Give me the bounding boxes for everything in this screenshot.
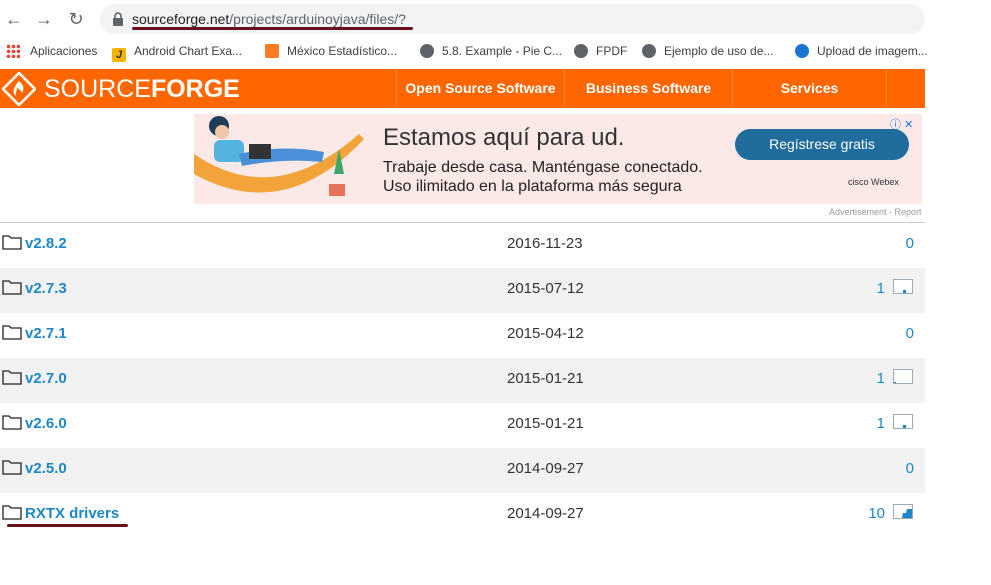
j-favicon-icon: J bbox=[112, 48, 126, 62]
table-row: v2.7.0 2015-01-21 1 bbox=[0, 358, 925, 403]
download-sparkline-icon[interactable] bbox=[893, 504, 913, 519]
bookmark-label: Ejemplo de uso de... bbox=[664, 44, 774, 58]
file-date: 2015-07-12 bbox=[507, 280, 584, 297]
bookmark-apps[interactable]: Aplicaciones bbox=[6, 42, 97, 60]
url-annotation-underline bbox=[132, 27, 413, 30]
upload-favicon-icon bbox=[795, 44, 809, 58]
globe-icon bbox=[642, 44, 656, 58]
folder-icon bbox=[2, 325, 22, 340]
folder-link[interactable]: v2.8.2 bbox=[25, 235, 67, 252]
ad-headline: Estamos aquí para ud. bbox=[383, 124, 625, 151]
sourceforge-logo-icon[interactable] bbox=[2, 72, 36, 106]
file-date: 2015-01-21 bbox=[507, 370, 584, 387]
url-path: /projects/arduinoyjava/files/? bbox=[229, 11, 406, 27]
bookmark-label: 5.8. Example - Pie C... bbox=[442, 44, 563, 58]
bookmark-fpdf[interactable]: FPDF bbox=[574, 42, 627, 60]
nav-open-source-software[interactable]: Open Source Software bbox=[396, 69, 564, 108]
folder-link[interactable]: v2.5.0 bbox=[25, 460, 67, 477]
url-text[interactable]: sourceforge.net/projects/arduinoyjava/fi… bbox=[132, 11, 406, 27]
folder-link[interactable]: v2.7.3 bbox=[25, 280, 67, 297]
apps-grid-icon bbox=[6, 44, 20, 58]
ad-line-1: Trabaje desde casa. Manténgase conectado… bbox=[383, 159, 703, 176]
rxtx-annotation-underline bbox=[7, 524, 128, 527]
folder-icon bbox=[2, 460, 22, 475]
file-list: v2.8.2 2016-11-23 0 v2.7.3 2015-07-12 1 … bbox=[0, 222, 925, 538]
folder-link[interactable]: v2.6.0 bbox=[25, 415, 67, 432]
download-sparkline-icon[interactable] bbox=[893, 414, 913, 429]
download-sparkline-icon[interactable] bbox=[893, 279, 913, 294]
folder-icon bbox=[2, 370, 22, 385]
globe-icon bbox=[420, 44, 434, 58]
lock-icon bbox=[113, 12, 123, 26]
folder-icon bbox=[2, 235, 22, 250]
sourceforge-logo-text[interactable]: SOURCEFORGE bbox=[44, 75, 240, 103]
file-date: 2015-04-12 bbox=[507, 325, 584, 342]
download-count[interactable]: 0 bbox=[906, 460, 914, 477]
logo-light-text: SOURCE bbox=[44, 75, 151, 103]
site-header: SOURCEFORGE Open Source Software Busines… bbox=[0, 69, 925, 108]
bookmark-upload[interactable]: Upload de imagem... bbox=[795, 42, 928, 60]
reload-icon[interactable]: ↻ bbox=[65, 8, 87, 30]
table-row: v2.7.1 2015-04-12 0 bbox=[0, 313, 925, 358]
bookmark-android-chart[interactable]: J Android Chart Exa... bbox=[112, 42, 243, 62]
folder-icon bbox=[2, 505, 22, 520]
download-count[interactable]: 0 bbox=[906, 235, 914, 252]
xampp-favicon-icon bbox=[265, 44, 279, 58]
download-count[interactable]: 1 bbox=[877, 415, 885, 432]
folder-icon bbox=[2, 415, 22, 430]
bookmark-label: México Estadístico... bbox=[287, 44, 398, 58]
bookmark-label: FPDF bbox=[596, 44, 628, 58]
table-row: v2.8.2 2016-11-23 0 bbox=[0, 223, 925, 268]
back-arrow-icon[interactable]: ← bbox=[3, 8, 25, 30]
nav-services[interactable]: Services bbox=[732, 69, 887, 108]
browser-toolbar: ← → ↻ sourceforge.net/projects/arduinoyj… bbox=[0, 0, 925, 38]
download-count[interactable]: 1 bbox=[877, 280, 885, 297]
folder-link[interactable]: v2.7.0 bbox=[25, 370, 67, 387]
globe-icon bbox=[574, 44, 588, 58]
bookmark-label: Upload de imagem... bbox=[817, 44, 928, 58]
ad-line-2: Uso ilimitado en la plataforma más segur… bbox=[383, 178, 682, 195]
ad-register-button[interactable]: Regístrese gratis bbox=[735, 129, 909, 160]
table-row: v2.5.0 2014-09-27 0 bbox=[0, 448, 925, 493]
folder-icon bbox=[2, 280, 22, 295]
bookmark-pie-chart[interactable]: 5.8. Example - Pie C... bbox=[420, 42, 562, 60]
forward-arrow-icon[interactable]: → bbox=[33, 8, 55, 30]
advertisement-report-link[interactable]: Advertisement - Report bbox=[829, 207, 922, 217]
bookmark-label: Aplicaciones bbox=[30, 44, 98, 58]
bookmarks-bar: Aplicaciones J Android Chart Exa... Méxic… bbox=[0, 38, 928, 62]
cisco-webex-logo: cisco Webex bbox=[848, 177, 899, 187]
download-sparkline-icon[interactable] bbox=[893, 369, 913, 384]
file-date: 2014-09-27 bbox=[507, 505, 584, 522]
download-count[interactable]: 1 bbox=[877, 370, 885, 387]
file-date: 2016-11-23 bbox=[507, 235, 583, 252]
folder-link[interactable]: RXTX drivers bbox=[25, 505, 119, 522]
bookmark-mexico[interactable]: México Estadístico... bbox=[265, 42, 397, 60]
logo-bold-text: FORGE bbox=[150, 75, 240, 103]
table-row: v2.6.0 2015-01-21 1 bbox=[0, 403, 925, 448]
download-count[interactable]: 10 bbox=[868, 505, 885, 522]
nav-business-software[interactable]: Business Software bbox=[564, 69, 732, 108]
table-row: v2.7.3 2015-07-12 1 bbox=[0, 268, 925, 313]
folder-link[interactable]: v2.7.1 bbox=[25, 325, 67, 342]
file-date: 2014-09-27 bbox=[507, 460, 584, 477]
bookmark-label: Android Chart Exa... bbox=[134, 44, 243, 58]
bookmark-ejemplo[interactable]: Ejemplo de uso de... bbox=[642, 42, 773, 60]
url-host: sourceforge.net bbox=[132, 11, 230, 27]
file-date: 2015-01-21 bbox=[507, 415, 584, 432]
ad-choices-icon[interactable]: ⓘ ✕ bbox=[890, 116, 913, 132]
advertisement-banner[interactable]: Estamos aquí para ud. Trabaje desde casa… bbox=[194, 114, 922, 204]
table-row: RXTX drivers 2014-09-27 10 bbox=[0, 493, 925, 538]
download-count[interactable]: 0 bbox=[906, 325, 914, 342]
hammock-illustration bbox=[194, 116, 364, 196]
